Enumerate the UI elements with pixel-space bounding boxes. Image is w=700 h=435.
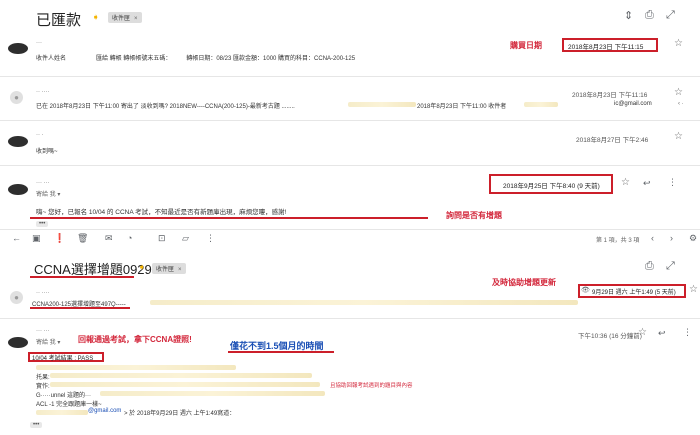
thread2-label-chip[interactable]: 收件匣 × [152, 263, 186, 274]
annotation-pass-report: 回報通過考試，拿下CCNA證照! [78, 335, 192, 344]
mark-unread-icon[interactable]: ⊡ [158, 233, 166, 244]
message-date[interactable]: 2018年9月25日 下午8:40 (9 天前) [503, 180, 600, 190]
print-icon[interactable]: ⎙ [645, 260, 654, 273]
exam-result: 10/04 考試結果 : PASS [32, 356, 94, 362]
message-date[interactable]: 2018年8月23日 下午11:15 [568, 41, 643, 51]
star-icon[interactable]: ☆ [621, 177, 630, 188]
star-icon[interactable]: ☆ [638, 327, 647, 338]
recipient-toggle[interactable]: 寄給 我 ▾ [36, 189, 60, 198]
quote-email[interactable]: @gmail.com [88, 408, 121, 414]
redacted-text [100, 391, 325, 396]
show-trimmed-button[interactable]: ••• [30, 422, 43, 428]
redacted-text [50, 382, 320, 387]
underline-highlight [30, 276, 134, 278]
archive-icon[interactable]: ▣ [32, 233, 41, 244]
important-marker-icon[interactable]: ➧ [138, 262, 146, 273]
label-icon[interactable]: ▱ [182, 233, 189, 244]
recipient-toggle[interactable]: 寄給 我 ▾ [36, 337, 60, 346]
message-snippet[interactable]: 收到嗎~ [36, 146, 58, 155]
annotation-ask-new: 詢問是否有增題 [446, 211, 502, 220]
new-window-icon[interactable]: ⤢ [666, 260, 675, 273]
avatar-placeholder-icon: ● [10, 91, 23, 104]
annotation-timely-update: 及時協助增題更新 [492, 278, 556, 287]
prev-page-icon[interactable]: ‹ [651, 233, 654, 243]
underline-highlight [30, 217, 428, 219]
underline-highlight [30, 307, 130, 309]
thread1-label-chip[interactable]: 收件匣 × [108, 12, 142, 23]
more-icon[interactable]: ⋮ [683, 327, 692, 338]
body-line-acl: ACL -1 完全跟題庫一樣~ [36, 402, 102, 408]
sender-name[interactable]: ··· [36, 40, 42, 46]
redacted-text [36, 410, 88, 415]
annotation-assist-note: 且協助回報考試遇到的題目與內容 [330, 383, 413, 389]
email-fragment: ic@gmail.com [614, 101, 652, 107]
delete-icon[interactable]: 🗑 [77, 233, 88, 244]
important-marker-icon[interactable]: ➧ [92, 12, 100, 23]
message-date[interactable]: 9月29日 週六 上午1:49 (5 天前) [592, 287, 676, 296]
move-to-icon[interactable]: ✉ [105, 233, 113, 244]
more-icon[interactable]: ‹ · [678, 101, 684, 107]
divider [0, 318, 700, 319]
reply-icon[interactable]: ↩ [643, 178, 651, 189]
divider [0, 120, 700, 121]
toolbar-more-icon[interactable]: ⋮ [206, 233, 215, 244]
new-window-icon[interactable]: ⤢ [666, 9, 675, 22]
message-snippet-tail[interactable]: 2018年8月23日 下午11:00 收件者 [417, 101, 506, 110]
sender-name[interactable]: ·· ···· [36, 290, 50, 296]
show-trimmed-button[interactable]: ••• [36, 221, 49, 227]
report-spam-icon[interactable]: ❗ [54, 233, 65, 244]
avatar [8, 43, 28, 54]
message-summary[interactable]: 收件人姓名 匯給 轉帳 轉帳帳號末五碼： 轉帳日期：08/23 匯款金額：100… [36, 53, 355, 62]
print-icon[interactable]: ⎙ [645, 9, 654, 22]
redacted-text [50, 373, 312, 378]
quote-header: > 於 2018年9月29日 週六 上午1:49寫道： [124, 411, 236, 417]
avatar [8, 184, 28, 195]
divider [0, 165, 700, 166]
settings-icon[interactable]: ⚙ [689, 233, 697, 244]
message-date[interactable]: 下午10:36 (16 分鐘前) [578, 330, 642, 340]
annotation-purchase-date: 購買日期 [510, 41, 542, 50]
more-icon[interactable]: ⋮ [668, 177, 677, 188]
redacted-text [348, 102, 416, 107]
message-snippet[interactable]: 已在 2018年8月23日 下午11:00 寄出了 淡收到嗎? 2018NEW-… [36, 101, 295, 110]
sender-name[interactable]: ·· ···· [36, 89, 50, 95]
redacted-text [524, 102, 558, 107]
label-text: 收件匣 [156, 267, 175, 273]
attachment-icon[interactable]: 👁 [581, 286, 590, 294]
reply-icon[interactable]: ↩ [658, 328, 666, 339]
underline-highlight [228, 351, 334, 353]
star-icon[interactable]: ☆ [674, 87, 683, 98]
body-label-topic: 托果: [36, 375, 50, 381]
thread1-subject: 已匯款 [36, 12, 82, 29]
next-page-icon[interactable]: › [670, 233, 673, 243]
snooze-icon[interactable]: ◔ [127, 233, 132, 243]
label-remove-icon[interactable]: × [134, 16, 138, 22]
avatar [8, 136, 28, 147]
message-date[interactable]: 2018年8月23日 下午11:16 [572, 89, 647, 99]
avatar [8, 337, 28, 348]
redacted-text [36, 365, 236, 370]
body-line-tunnel: G·····unnel 這題的··· [36, 393, 91, 399]
avatar-placeholder-icon: ● [10, 291, 23, 304]
pagination: 第 1 項，共 3 項 [596, 238, 640, 244]
message-body: 嗨~ 您好，已報名 10/04 的 CCNA 考試，不知最近是否有新題庫出現，麻… [36, 209, 287, 216]
sender-name[interactable]: ·· · [36, 132, 44, 138]
star-icon[interactable]: ☆ [689, 284, 698, 295]
sender-name[interactable]: ··· ··· [36, 180, 50, 186]
star-icon[interactable]: ☆ [674, 131, 683, 142]
divider [0, 229, 700, 230]
sort-icon[interactable]: ⇕ [624, 9, 633, 22]
label-remove-icon[interactable]: × [178, 267, 182, 273]
redacted-text [150, 300, 578, 305]
divider [0, 76, 700, 77]
sender-name[interactable]: ··· ··· [36, 328, 50, 334]
body-label-lab: 實作: [36, 384, 50, 390]
label-text: 收件匣 [112, 16, 131, 22]
star-icon[interactable]: ☆ [674, 38, 683, 49]
message-date[interactable]: 2018年8月27日 下午2:46 [576, 134, 648, 144]
back-icon[interactable]: ← [12, 233, 21, 243]
